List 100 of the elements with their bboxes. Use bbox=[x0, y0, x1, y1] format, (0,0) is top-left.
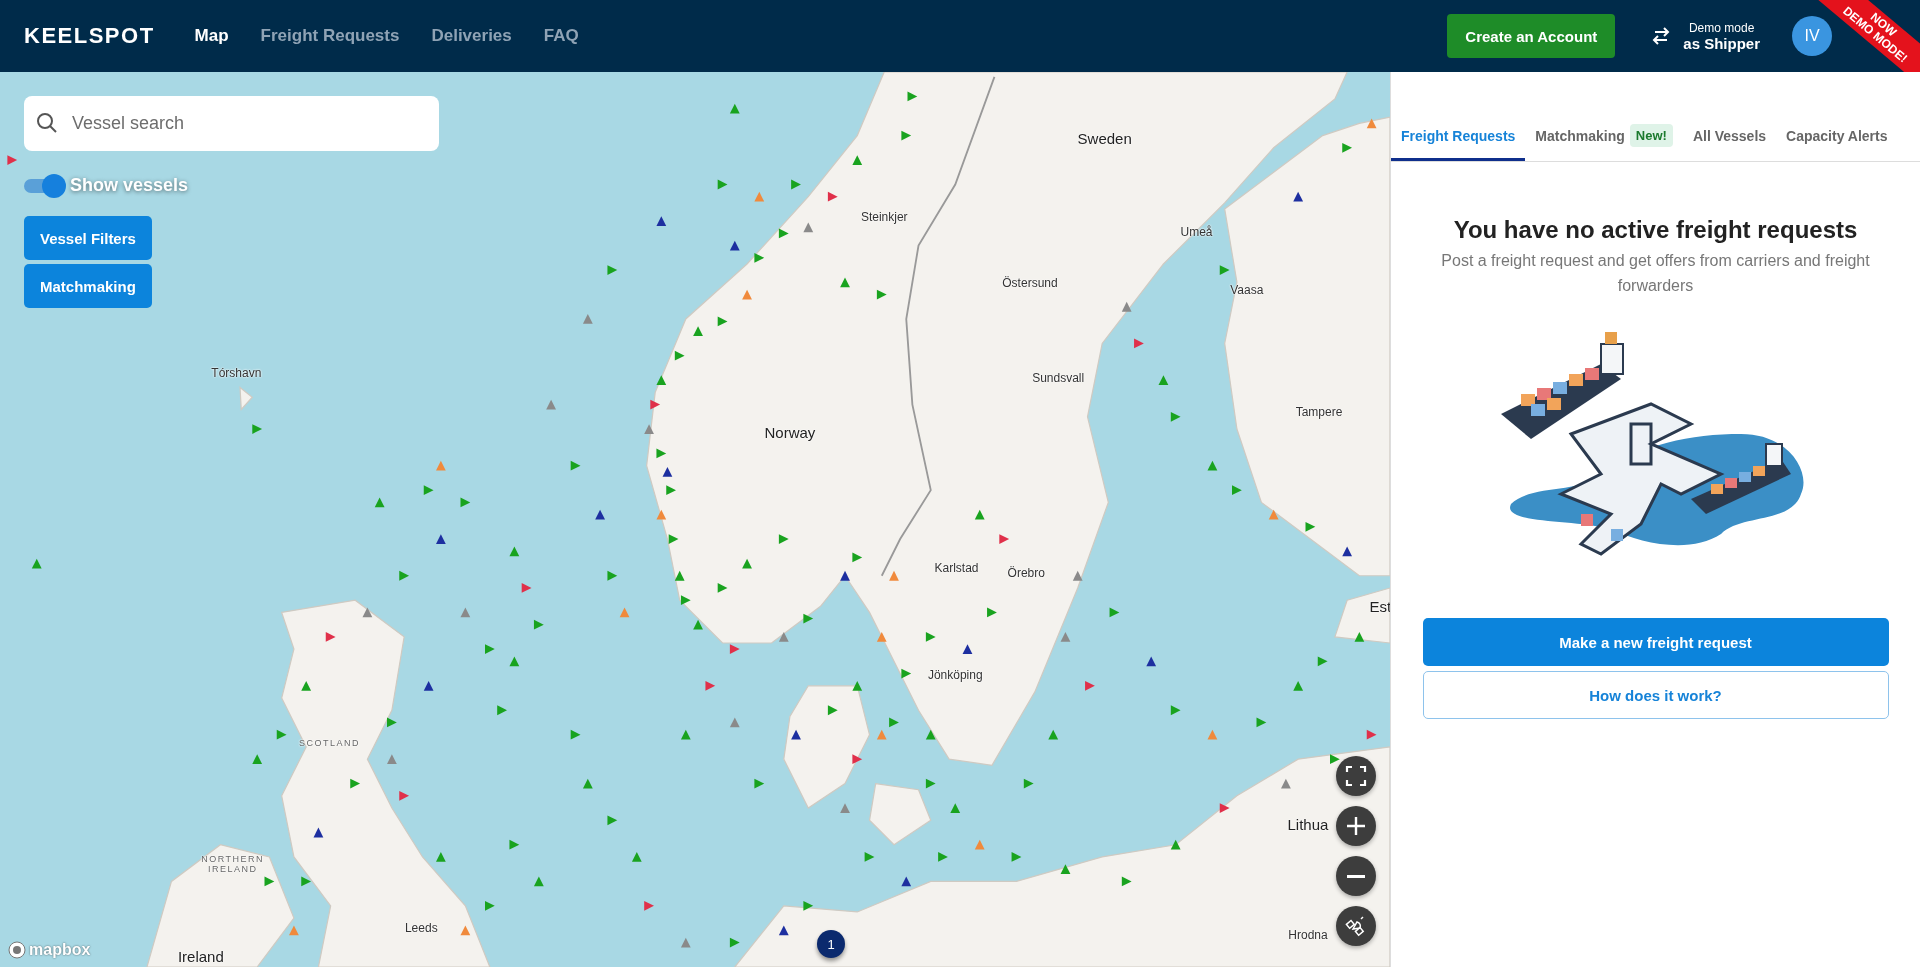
vessel-marker[interactable] bbox=[1011, 852, 1022, 862]
vessel-marker[interactable] bbox=[803, 222, 814, 233]
vessel-marker[interactable] bbox=[1170, 411, 1181, 422]
vessel-marker[interactable] bbox=[399, 570, 410, 581]
vessel-marker[interactable] bbox=[362, 607, 373, 618]
vessel-marker[interactable] bbox=[999, 534, 1010, 544]
create-account-button[interactable]: Create an Account bbox=[1447, 14, 1616, 58]
vessel-marker[interactable] bbox=[778, 632, 789, 642]
vessel-filters-button[interactable]: Vessel Filters bbox=[24, 216, 152, 260]
vessel-marker[interactable] bbox=[717, 316, 728, 327]
vessel-marker[interactable] bbox=[840, 803, 850, 813]
vessel-marker[interactable] bbox=[656, 509, 667, 520]
vessel-marker[interactable] bbox=[656, 448, 667, 459]
vessel-marker[interactable] bbox=[1121, 876, 1132, 887]
vessel-marker[interactable] bbox=[31, 558, 42, 569]
vessel-marker[interactable] bbox=[1170, 705, 1181, 716]
vessel-marker[interactable] bbox=[901, 130, 912, 141]
vessel-marker[interactable] bbox=[656, 375, 667, 385]
vessel-marker[interactable] bbox=[907, 91, 918, 102]
vessel-marker[interactable] bbox=[301, 680, 312, 691]
vessel-marker[interactable] bbox=[595, 509, 605, 520]
vessel-marker[interactable] bbox=[974, 509, 985, 520]
vessel-marker[interactable] bbox=[7, 155, 18, 165]
vessel-marker[interactable] bbox=[1317, 656, 1328, 667]
vessel-marker[interactable] bbox=[301, 876, 312, 887]
vessel-marker[interactable] bbox=[729, 103, 740, 114]
vessel-marker[interactable] bbox=[1207, 729, 1218, 740]
vessel-marker[interactable] bbox=[680, 937, 691, 948]
vessel-marker[interactable] bbox=[1342, 142, 1353, 153]
vessel-marker[interactable] bbox=[546, 399, 556, 410]
vessel-marker[interactable] bbox=[901, 876, 912, 887]
vessel-marker[interactable] bbox=[1219, 803, 1230, 813]
vessel-marker[interactable] bbox=[436, 460, 446, 471]
vessel-marker[interactable] bbox=[1366, 729, 1377, 740]
vessel-marker[interactable] bbox=[325, 632, 336, 642]
vessel-marker[interactable] bbox=[1293, 191, 1304, 202]
vessel-marker[interactable] bbox=[901, 668, 912, 679]
vessel-marker[interactable] bbox=[1085, 680, 1095, 691]
vessel-marker[interactable] bbox=[1366, 118, 1377, 129]
vessel-marker[interactable] bbox=[607, 815, 618, 826]
vessel-marker[interactable] bbox=[925, 778, 936, 789]
vessel-marker[interactable] bbox=[950, 803, 961, 813]
vessel-marker[interactable] bbox=[1281, 778, 1291, 789]
vessel-marker[interactable] bbox=[889, 570, 899, 581]
vessel-marker[interactable] bbox=[1342, 546, 1353, 557]
vessel-marker[interactable] bbox=[668, 534, 679, 544]
vessel-marker[interactable] bbox=[666, 485, 676, 496]
vessel-marker[interactable] bbox=[680, 595, 691, 606]
vessel-marker[interactable] bbox=[570, 460, 581, 471]
vessel-marker[interactable] bbox=[1146, 656, 1157, 667]
vessel-marker[interactable] bbox=[778, 228, 789, 239]
vessel-marker[interactable] bbox=[693, 326, 703, 337]
vessel-marker[interactable] bbox=[729, 717, 740, 728]
vessel-marker[interactable] bbox=[656, 216, 667, 227]
vessel-marker[interactable] bbox=[387, 754, 397, 765]
vessel-marker[interactable] bbox=[374, 497, 385, 508]
vessel-marker[interactable] bbox=[803, 613, 814, 624]
vessel-marker[interactable] bbox=[1305, 521, 1316, 532]
vessel-marker[interactable] bbox=[619, 607, 630, 618]
vessel-marker[interactable] bbox=[717, 583, 728, 593]
vessel-marker[interactable] bbox=[803, 901, 814, 911]
vessel-marker[interactable] bbox=[1207, 460, 1218, 471]
vessel-marker[interactable] bbox=[852, 754, 863, 765]
vessel-marker[interactable] bbox=[742, 558, 752, 569]
vessel-marker[interactable] bbox=[876, 729, 887, 740]
vessel-marker[interactable] bbox=[387, 717, 397, 728]
vessel-marker[interactable] bbox=[754, 191, 765, 202]
vessel-marker[interactable] bbox=[705, 680, 716, 691]
vessel-marker[interactable] bbox=[1256, 717, 1267, 728]
vessel-marker[interactable] bbox=[754, 252, 765, 263]
vessel-marker[interactable] bbox=[1134, 338, 1144, 349]
vessel-marker[interactable] bbox=[650, 399, 661, 410]
vessel-marker[interactable] bbox=[1158, 375, 1169, 385]
vessel-marker[interactable] bbox=[436, 534, 446, 544]
vessel-marker[interactable] bbox=[1330, 754, 1340, 765]
new-freight-request-button[interactable]: Make a new freight request bbox=[1422, 618, 1889, 666]
panel-tab[interactable]: All Vessels bbox=[1682, 113, 1777, 161]
vessel-marker[interactable] bbox=[962, 644, 973, 654]
vessel-marker[interactable] bbox=[533, 619, 544, 630]
vessel-marker[interactable] bbox=[533, 876, 544, 887]
vessel-marker[interactable] bbox=[1293, 680, 1304, 691]
vessel-marker[interactable] bbox=[840, 570, 850, 581]
vessel-marker[interactable] bbox=[729, 937, 740, 948]
how-it-works-button[interactable]: How does it work? bbox=[1422, 671, 1889, 719]
vessel-marker[interactable] bbox=[276, 729, 287, 740]
vessel-marker[interactable] bbox=[509, 546, 520, 557]
vessel-marker[interactable] bbox=[521, 583, 532, 593]
vessel-marker[interactable] bbox=[674, 570, 685, 581]
vessel-marker[interactable] bbox=[974, 839, 985, 850]
logo[interactable]: KEELSPOT bbox=[24, 23, 155, 49]
vessel-marker[interactable] bbox=[729, 644, 740, 654]
vessel-marker[interactable] bbox=[1232, 485, 1242, 496]
vessel-marker[interactable] bbox=[1354, 632, 1365, 642]
nav-link[interactable]: Map bbox=[194, 26, 229, 46]
vessel-marker[interactable] bbox=[717, 179, 728, 190]
vessel-marker[interactable] bbox=[1060, 632, 1071, 642]
vessel-marker[interactable] bbox=[631, 852, 642, 862]
vessel-marker[interactable] bbox=[864, 852, 875, 862]
vessel-marker[interactable] bbox=[1072, 570, 1083, 581]
vessel-marker[interactable] bbox=[399, 790, 410, 801]
